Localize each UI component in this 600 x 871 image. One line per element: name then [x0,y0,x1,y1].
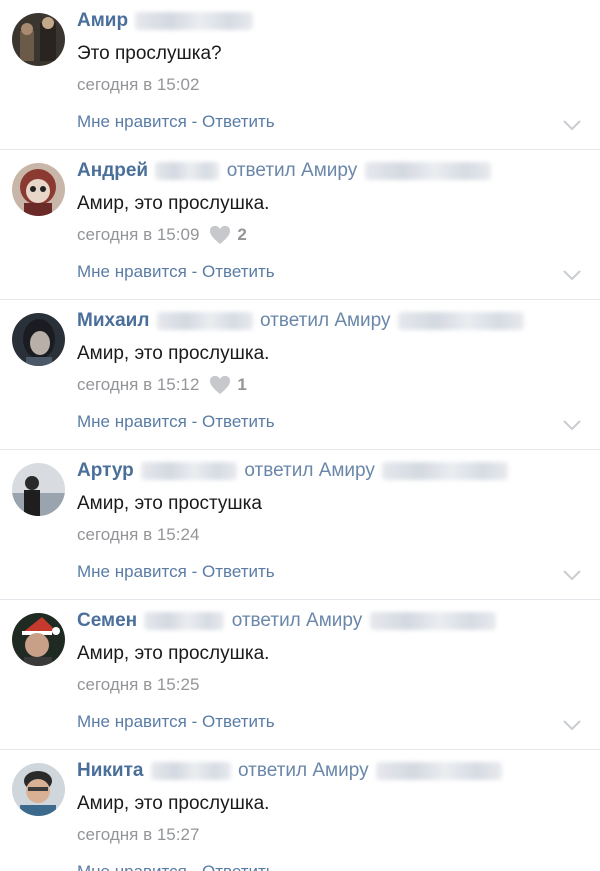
replied-to[interactable]: ответил Амиру [244,460,375,481]
like-link[interactable]: Мне нравится [77,712,187,731]
like-link[interactable]: Мне нравится [77,862,187,871]
author-name[interactable]: Артур [77,460,134,481]
like-count: 2 [237,225,247,244]
comment-item: Амир Это прослушка? сегодня в 15:02 Мне … [0,0,600,150]
blurred-surname [156,311,253,330]
reply-link[interactable]: Ответить [202,112,275,131]
like-link[interactable]: Мне нравится [77,262,187,281]
avatar[interactable] [12,763,65,816]
author-name[interactable]: Михаил [77,310,149,331]
separator: - [186,712,202,731]
timestamp: сегодня в 15:09 [77,225,200,244]
blurred-surname [141,461,238,480]
comment-item: Артур ответил Амиру Амир, это простушка … [0,450,600,600]
reply-link[interactable]: Ответить [202,262,275,281]
blurred-surname [364,161,491,180]
avatar[interactable] [12,613,65,666]
chevron-down-icon[interactable] [562,568,582,582]
comment-text: Это прослушка? [77,43,222,64]
timestamp: сегодня в 15:02 [77,75,200,94]
comment-item: Никита ответил Амиру Амир, это прослушка… [0,750,600,871]
heart-icon[interactable] [209,375,231,395]
separator: - [186,112,202,131]
blurred-surname [382,461,509,480]
like-count: 1 [237,375,247,394]
comment-header: Артур ответил Амиру [77,458,510,484]
comment-actions: Мне нравится - Ответить [77,862,275,871]
reply-link[interactable]: Ответить [202,712,275,731]
comment-meta: сегодня в 15:09 2 [77,225,247,245]
chevron-down-icon[interactable] [562,118,582,132]
like-link[interactable]: Мне нравится [77,412,187,431]
blurred-surname [155,161,220,180]
avatar[interactable] [12,13,65,66]
blurred-surname [369,611,496,630]
replied-to[interactable]: ответил Амиру [227,160,358,181]
author-name[interactable]: Никита [77,760,143,781]
avatar[interactable] [12,463,65,516]
timestamp: сегодня в 15:24 [77,525,200,544]
comment-header: Никита ответил Амиру [77,758,504,784]
comment-meta: сегодня в 15:27 [77,825,199,845]
reply-link[interactable]: Ответить [202,562,275,581]
comment-meta: сегодня в 15:24 [77,525,199,545]
comment-header: Михаил ответил Амиру [77,308,526,334]
comment-header: Семен ответил Амиру [77,608,498,634]
replied-to[interactable]: ответил Амиру [232,610,363,631]
author-name[interactable]: Андрей [77,160,148,181]
separator: - [187,862,202,871]
reply-link[interactable]: Ответить [202,862,275,871]
timestamp: сегодня в 15:27 [77,825,200,844]
comment-item: Михаил ответил Амиру Амир, это прослушка… [0,300,600,450]
comment-item: Андрей ответил Амиру Амир, это прослушка… [0,150,600,300]
heart-icon[interactable] [209,225,231,245]
comment-meta: сегодня в 15:25 [77,675,199,695]
comment-actions: Мне нравится - Ответить [77,562,275,582]
comment-header: Амир [77,8,255,34]
replied-to[interactable]: ответил Амиру [238,760,369,781]
separator: - [186,412,202,431]
reply-link[interactable]: Ответить [202,412,275,431]
timestamp: сегодня в 15:25 [77,675,200,694]
blurred-surname [375,761,502,780]
separator: - [186,562,202,581]
comment-actions: Мне нравится - Ответить [77,712,275,732]
blurred-surname [150,761,231,780]
chevron-down-icon[interactable] [562,268,582,282]
blurred-surname [144,611,225,630]
author-name[interactable]: Семен [77,610,137,631]
chevron-down-icon[interactable] [562,718,582,732]
like-link[interactable]: Мне нравится [77,112,187,131]
comment-text: Амир, это прослушка. [77,793,270,814]
author-name[interactable]: Амир [77,10,128,31]
comment-item: Семен ответил Амиру Амир, это прослушка.… [0,600,600,750]
comment-text: Амир, это прослушка. [77,643,270,664]
blurred-surname [135,11,254,30]
separator: - [186,262,202,281]
timestamp: сегодня в 15:12 [77,375,200,394]
comment-text: Амир, это прослушка. [77,193,270,214]
avatar[interactable] [12,313,65,366]
comment-header: Андрей ответил Амиру [77,158,493,184]
comments-feed: Амир Это прослушка? сегодня в 15:02 Мне … [0,0,600,871]
comment-meta: сегодня в 15:02 [77,75,199,95]
like-link[interactable]: Мне нравится [77,562,187,581]
chevron-down-icon[interactable] [562,418,582,432]
comment-text: Амир, это простушка [77,493,262,514]
comment-text: Амир, это прослушка. [77,343,270,364]
avatar[interactable] [12,163,65,216]
comment-actions: Мне нравится - Ответить [77,262,275,282]
comment-actions: Мне нравится - Ответить [77,112,275,132]
blurred-surname [397,311,524,330]
comment-meta: сегодня в 15:12 1 [77,375,247,395]
replied-to[interactable]: ответил Амиру [260,310,391,331]
comment-actions: Мне нравится - Ответить [77,412,275,432]
